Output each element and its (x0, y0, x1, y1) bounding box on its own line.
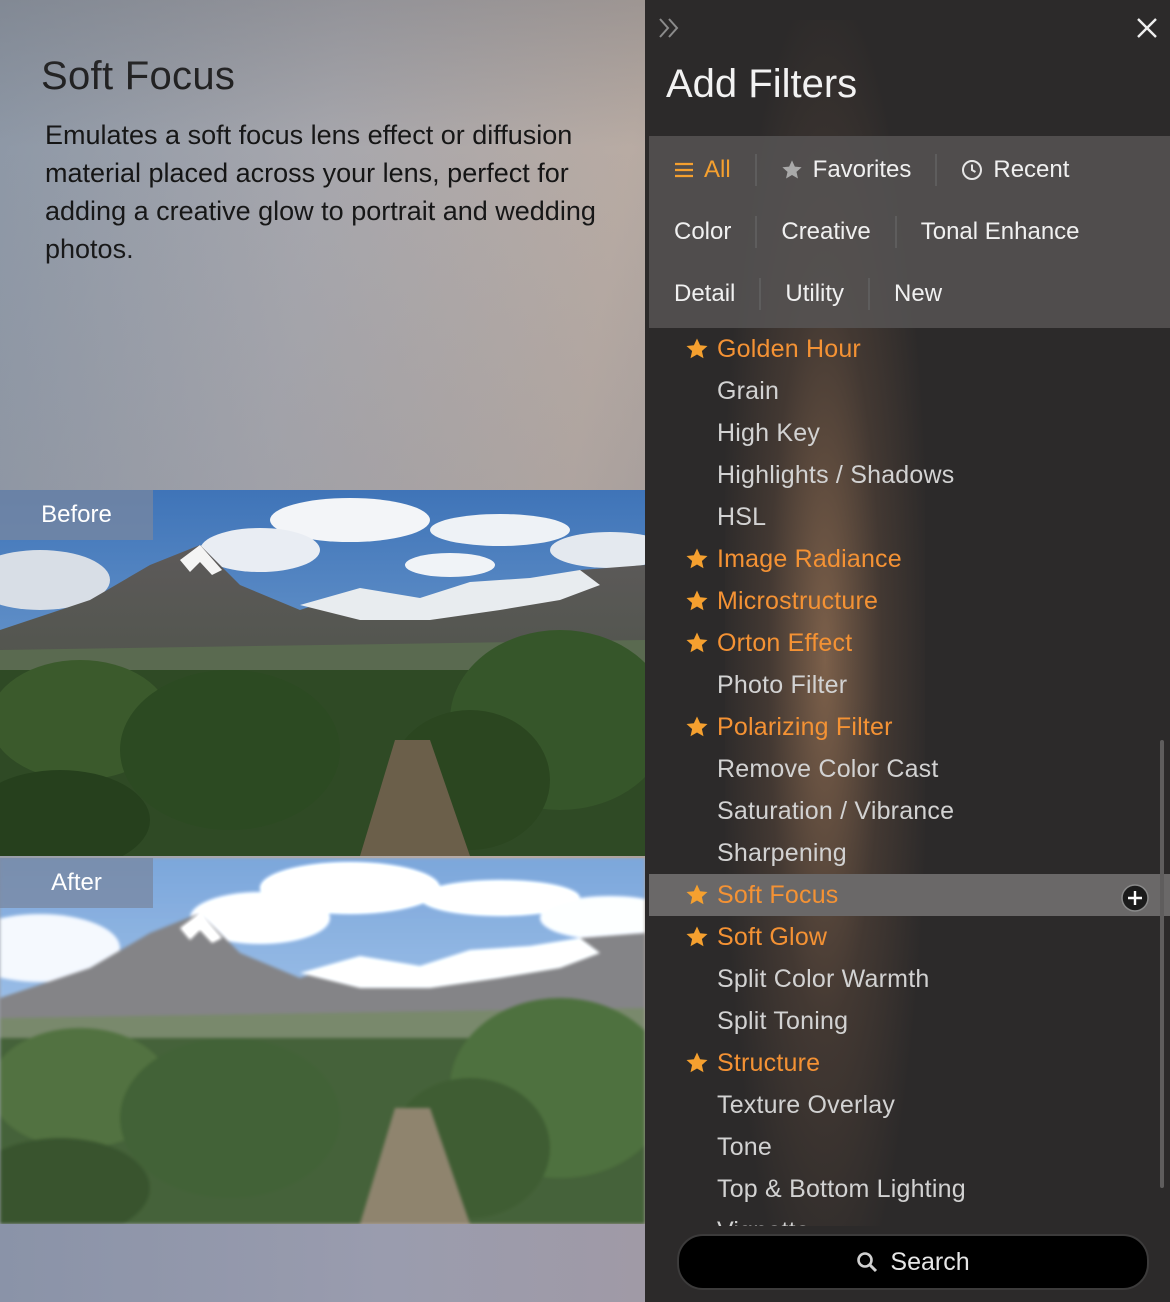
filter-item[interactable]: Texture Overlay (649, 1084, 1149, 1126)
filter-item-label: Top & Bottom Lighting (717, 1174, 966, 1203)
filter-item-label: Image Radiance (717, 544, 902, 573)
filter-item[interactable]: Vignette (649, 1210, 1149, 1227)
filter-item[interactable]: Highlights / Shadows (649, 454, 1149, 496)
filter-item[interactable]: Saturation / Vibrance (649, 790, 1149, 832)
filter-item-label: Texture Overlay (717, 1090, 896, 1119)
tab-utility-label: Utility (785, 280, 845, 307)
search-label: Search (890, 1247, 970, 1276)
tab-color[interactable]: Color (649, 201, 755, 263)
landscape-photo-softened (0, 858, 645, 1224)
filter-item[interactable]: Sharpening (649, 832, 1149, 874)
tab-favorites-label: Favorites (812, 156, 912, 183)
add-filters-panel: Add Filters All Favorites Recent Color C… (645, 0, 1170, 1302)
scrollbar[interactable] (1160, 740, 1164, 1188)
filter-item-label: Soft Glow (717, 922, 828, 951)
filter-item-label: Split Toning (717, 1006, 849, 1035)
tab-creative-label: Creative (781, 218, 871, 245)
search-icon (857, 1252, 878, 1273)
favorite-star-icon[interactable] (685, 1051, 709, 1075)
tab-recent-label: Recent (993, 156, 1070, 183)
tab-favorites[interactable]: Favorites (757, 139, 936, 201)
collapse-panel-icon[interactable] (657, 14, 683, 42)
filter-item-label: Photo Filter (717, 670, 848, 699)
filter-item-label: Polarizing Filter (717, 712, 893, 741)
preview-footer (0, 1224, 645, 1302)
search-area: Search (645, 1226, 1170, 1302)
filter-item-label: Remove Color Cast (717, 754, 939, 783)
filter-item-label: Split Color Warmth (717, 964, 930, 993)
before-label: Before (0, 490, 153, 540)
tab-all-label: All (704, 156, 731, 183)
tab-tonal-enhance-label: Tonal Enhance (920, 218, 1080, 245)
tab-new-label: New (894, 280, 943, 307)
filter-item[interactable]: Split Toning (649, 1000, 1149, 1042)
category-row: All Favorites Recent (649, 139, 1093, 201)
tab-detail-label: Detail (674, 280, 736, 307)
search-button[interactable]: Search (677, 1234, 1149, 1290)
tab-tonal-enhance[interactable]: Tonal Enhance (897, 201, 1104, 263)
favorite-star-icon[interactable] (685, 883, 709, 907)
filter-item[interactable]: Grain (649, 370, 1149, 412)
favorite-star-icon[interactable] (685, 547, 709, 571)
filter-item[interactable]: Polarizing Filter (649, 706, 1149, 748)
tab-recent[interactable]: Recent (937, 139, 1093, 201)
filter-item-label: Tone (717, 1132, 773, 1161)
tab-color-label: Color (674, 218, 732, 245)
category-tabs: All Favorites Recent Color Creative Tona… (649, 136, 1170, 328)
favorite-star-icon[interactable] (685, 337, 709, 361)
tab-detail[interactable]: Detail (649, 263, 759, 325)
filter-list: Golden Hour Grain High Key Highlights / Sha… (649, 328, 1170, 1226)
filter-item[interactable]: Photo Filter (649, 664, 1149, 706)
filter-item-selected[interactable]: Soft Focus (649, 874, 1170, 916)
filter-item[interactable]: Remove Color Cast (649, 748, 1149, 790)
tab-new[interactable]: New (870, 263, 966, 325)
tab-utility[interactable]: Utility (761, 263, 868, 325)
filter-item-label: Golden Hour (717, 334, 861, 363)
tab-all[interactable]: All (649, 139, 755, 201)
filter-item-label: High Key (717, 418, 821, 447)
filter-item[interactable]: Split Color Warmth (649, 958, 1149, 1000)
star-icon (782, 160, 802, 179)
filter-item[interactable]: HSL (649, 496, 1149, 538)
menu-icon (675, 162, 693, 178)
filter-item[interactable]: Tone (649, 1126, 1149, 1168)
filter-item[interactable]: Structure (649, 1042, 1149, 1084)
filter-item[interactable]: Top & Bottom Lighting (649, 1168, 1149, 1210)
filter-item-label: Soft Focus (717, 880, 839, 909)
category-row: Color Creative Tonal Enhance (649, 201, 1104, 263)
filter-item[interactable]: Microstructure (649, 580, 1149, 622)
filter-item-label: Vignette (717, 1217, 810, 1227)
panel-title: Add Filters (666, 62, 858, 106)
filter-item-label: Structure (717, 1048, 821, 1077)
filter-item-label: Highlights / Shadows (717, 460, 955, 489)
add-filter-icon[interactable] (1120, 883, 1150, 913)
filter-item[interactable]: Soft Glow (649, 916, 1149, 958)
favorite-star-icon[interactable] (685, 589, 709, 613)
filter-item-label: Grain (717, 376, 780, 405)
filter-item[interactable]: High Key (649, 412, 1149, 454)
filter-item-label: HSL (717, 502, 767, 531)
filter-item[interactable]: Orton Effect (649, 622, 1149, 664)
close-icon[interactable] (1133, 14, 1161, 42)
filter-item-label: Saturation / Vibrance (717, 796, 955, 825)
after-label: After (0, 858, 153, 908)
preview-panel: Soft Focus Emulates a soft focus lens ef… (0, 0, 645, 1302)
clock-icon (962, 160, 983, 180)
filter-description: Emulates a soft focus lens effect or dif… (45, 120, 596, 264)
favorite-star-icon[interactable] (685, 925, 709, 949)
filter-item[interactable]: Image Radiance (649, 538, 1149, 580)
after-image: After (0, 858, 645, 1224)
tab-creative[interactable]: Creative (757, 201, 894, 263)
category-row: Detail Utility New (649, 263, 966, 325)
favorite-star-icon[interactable] (685, 631, 709, 655)
filter-item-label: Sharpening (717, 838, 847, 867)
filter-item-label: Orton Effect (717, 628, 853, 657)
before-image: Before (0, 490, 645, 856)
filter-item[interactable]: Golden Hour (649, 328, 1149, 370)
landscape-photo (0, 490, 645, 856)
filter-item-label: Microstructure (717, 586, 879, 615)
filter-title: Soft Focus (41, 54, 236, 98)
favorite-star-icon[interactable] (685, 715, 709, 739)
